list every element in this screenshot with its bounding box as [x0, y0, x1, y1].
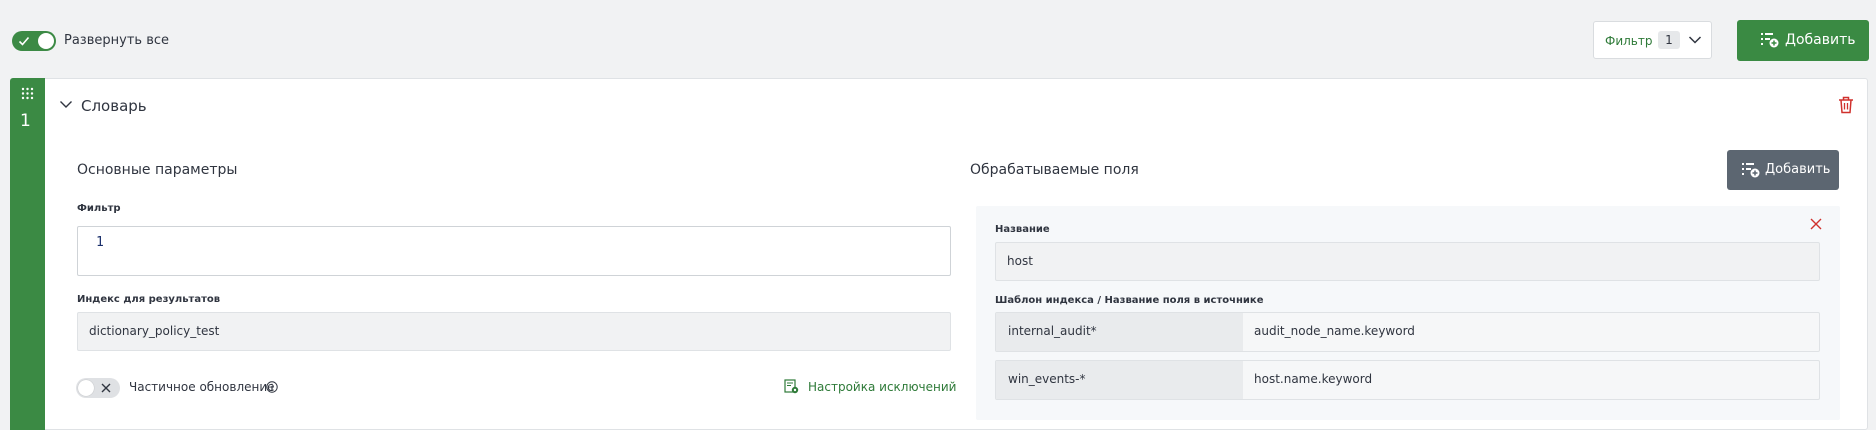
check-icon: [18, 36, 30, 46]
index-pattern-cell[interactable]: win_events-*: [996, 361, 1243, 399]
toggle-knob: [78, 380, 94, 396]
card-title: Словарь: [81, 97, 147, 115]
partial-update-toggle[interactable]: [76, 378, 120, 398]
index-pattern-value: win_events-*: [1008, 372, 1086, 386]
filter-count-badge: 1: [1658, 31, 1680, 49]
drag-handle-icon[interactable]: [21, 87, 34, 100]
chevron-down-icon: [1688, 36, 1702, 44]
add-list-icon: [1761, 33, 1779, 48]
add-button-label: Добавить: [1785, 32, 1856, 48]
close-icon: [101, 383, 111, 393]
field-name-value: host: [1007, 254, 1033, 268]
results-index-label: Индекс для результатов: [77, 294, 221, 305]
source-field-value[interactable]: audit_node_name.keyword: [1254, 324, 1415, 338]
exclusions-settings-link[interactable]: Настройка исключений: [808, 380, 956, 394]
add-list-icon: [1742, 163, 1760, 178]
chevron-down-icon[interactable]: [59, 100, 73, 109]
toggle-knob: [38, 33, 54, 49]
field-name-input[interactable]: host: [995, 242, 1820, 281]
filter-button-label: Фильтр: [1605, 34, 1653, 48]
card-index: 1: [20, 111, 31, 131]
info-icon[interactable]: [266, 381, 278, 393]
source-field-value[interactable]: host.name.keyword: [1254, 372, 1372, 386]
main-params-title: Основные параметры: [77, 162, 238, 178]
field-name-label: Название: [995, 224, 1050, 235]
editor-line-number: 1: [96, 235, 104, 250]
index-pattern-cell[interactable]: internal_audit*: [996, 313, 1243, 351]
partial-update-label: Частичное обновление: [129, 380, 275, 394]
add-button[interactable]: Добавить: [1737, 20, 1869, 61]
trash-icon[interactable]: [1838, 96, 1854, 114]
mapping-row: win_events-* host.name.keyword: [995, 360, 1820, 400]
processed-fields-title: Обрабатываемые поля: [970, 162, 1139, 178]
expand-all-toggle[interactable]: [12, 31, 56, 51]
template-label: Шаблон индекса / Название поля в источни…: [995, 295, 1264, 306]
mapping-row: internal_audit* audit_node_name.keyword: [995, 312, 1820, 352]
index-pattern-value: internal_audit*: [1008, 324, 1097, 338]
filter-button[interactable]: Фильтр 1: [1593, 21, 1712, 59]
results-index-field[interactable]: dictionary_policy_test: [77, 312, 951, 351]
results-index-value: dictionary_policy_test: [89, 324, 220, 338]
add-field-button[interactable]: Добавить: [1727, 150, 1839, 190]
filter-editor[interactable]: 1: [77, 226, 951, 276]
filter-field-label: Фильтр: [77, 203, 121, 214]
close-icon[interactable]: [1810, 218, 1822, 230]
add-field-button-label: Добавить: [1765, 162, 1831, 177]
expand-all-label: Развернуть все: [64, 33, 169, 48]
settings-document-icon[interactable]: [784, 379, 799, 394]
